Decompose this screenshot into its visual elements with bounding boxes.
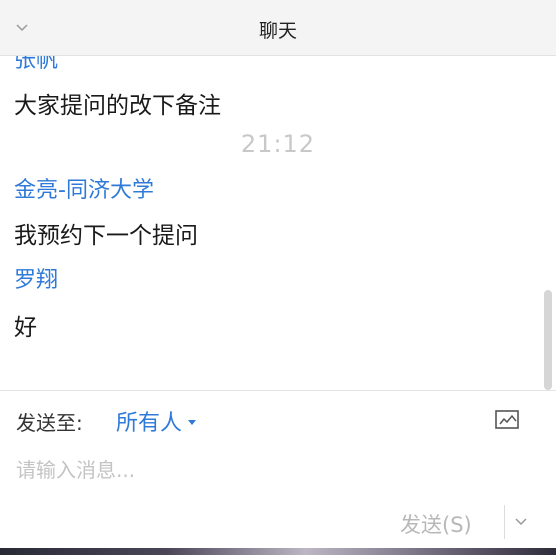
screenshot-icon: [495, 410, 519, 429]
chevron-down-icon: [515, 518, 527, 526]
composer: 发送至: 所有人 发送(S): [0, 390, 556, 555]
screenshot-button[interactable]: [494, 409, 520, 431]
message-sender: 罗翔: [14, 268, 59, 293]
send-options-button[interactable]: [512, 513, 530, 531]
recipient-label: 所有人: [116, 411, 183, 436]
send-to-label: 发送至:: [16, 411, 83, 435]
message-input[interactable]: [14, 449, 538, 491]
message-sender: 金亮-同济大学: [14, 178, 154, 203]
message-scrollbar[interactable]: [544, 56, 552, 390]
message-text: 好: [14, 315, 37, 341]
message-timestamp: 21:12: [240, 130, 316, 158]
message-sender: 张帆: [14, 56, 59, 73]
background-strip: [0, 548, 556, 555]
chat-header: 聊天: [0, 0, 556, 56]
caret-down-icon: [188, 419, 197, 425]
message-text: 我预约下一个提问: [14, 223, 198, 249]
scrollbar-thumb[interactable]: [544, 290, 552, 390]
header-title: 聊天: [258, 20, 297, 42]
send-divider: [504, 505, 505, 539]
message-list: 张帆 大家提问的改下备注 21:12 金亮-同济大学 我预约下一个提问 罗翔 好: [0, 56, 556, 390]
send-button[interactable]: 发送(S): [400, 509, 472, 539]
message-text: 大家提问的改下备注: [14, 93, 221, 119]
recipient-dropdown[interactable]: 所有人: [116, 405, 197, 437]
